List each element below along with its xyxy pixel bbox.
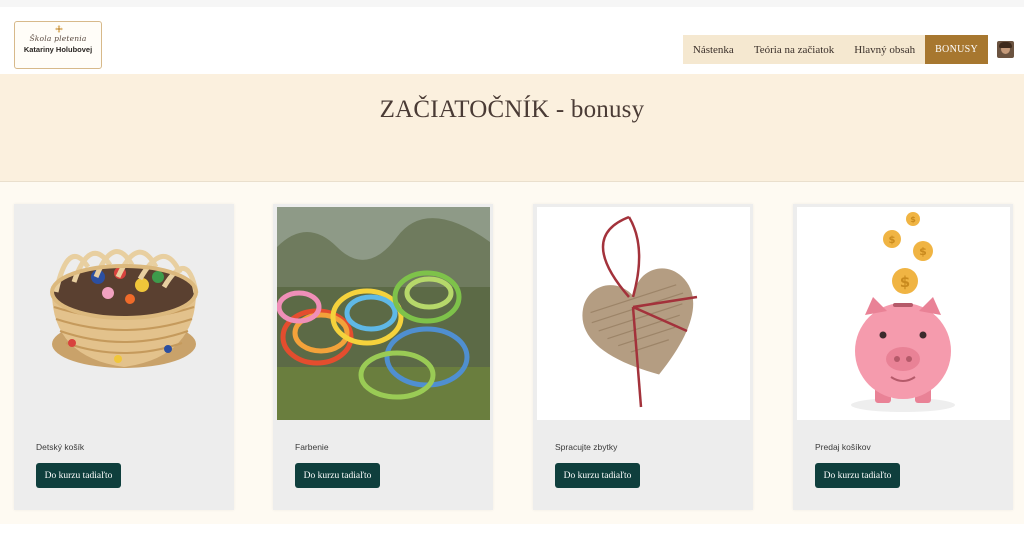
nav-item-teoria[interactable]: Teória na začiatok: [743, 35, 845, 64]
main-nav: Nástenka Teória na začiatok Hlavný obsah…: [682, 35, 988, 64]
wicker-basket-image: [18, 207, 231, 420]
logo-name-text: Katariny Holubovej: [23, 45, 93, 54]
svg-text:$: $: [889, 235, 896, 246]
page-hero: ZAČIATOČNÍK - bonusy: [0, 74, 1024, 182]
card-title: Predaj košíkov: [815, 442, 871, 452]
piggy-bank-coins-image: $ $ $ $: [797, 207, 1010, 420]
nav-item-hlavny-obsah[interactable]: Hlavný obsah: [844, 35, 926, 64]
footer-strip: [0, 524, 1024, 536]
dyed-rattan-coils-image: [277, 207, 490, 420]
nav-item-bonusy[interactable]: BONUSY: [925, 35, 988, 64]
site-header: Škola pletenia Katariny Holubovej Násten…: [0, 0, 1024, 74]
course-card: $ $ $ $ Predaj košíkov Do kurzu tadiaľto: [793, 204, 1013, 510]
card-title: Spracujte zbytky: [555, 442, 618, 452]
svg-text:$: $: [900, 273, 910, 291]
course-button[interactable]: Do kurzu tadiaľto: [36, 463, 121, 488]
site-logo[interactable]: Škola pletenia Katariny Holubovej: [14, 21, 102, 69]
course-card: Spracujte zbytky Do kurzu tadiaľto: [533, 204, 753, 510]
avatar-hair: [999, 42, 1012, 48]
user-avatar[interactable]: [997, 41, 1014, 58]
course-card: Farbenie Do kurzu tadiaľto: [273, 204, 493, 510]
flower-icon: [55, 25, 63, 33]
page-title: ZAČIATOČNÍK - bonusy: [379, 96, 645, 123]
woven-heart-image: [537, 207, 750, 420]
course-card: Detský košík Do kurzu tadiaľto: [14, 204, 234, 510]
course-button[interactable]: Do kurzu tadiaľto: [555, 463, 640, 488]
course-button[interactable]: Do kurzu tadiaľto: [815, 463, 900, 488]
course-button[interactable]: Do kurzu tadiaľto: [295, 463, 380, 488]
card-title: Detský košík: [36, 442, 85, 452]
card-title: Farbenie: [295, 442, 329, 452]
nav-item-nastenka[interactable]: Nástenka: [682, 35, 744, 64]
svg-text:$: $: [910, 215, 916, 224]
svg-text:$: $: [919, 245, 927, 258]
course-grid: Detský košík Do kurzu tadiaľto Farbenie …: [0, 182, 1024, 524]
logo-script-text: Škola pletenia: [29, 34, 87, 43]
